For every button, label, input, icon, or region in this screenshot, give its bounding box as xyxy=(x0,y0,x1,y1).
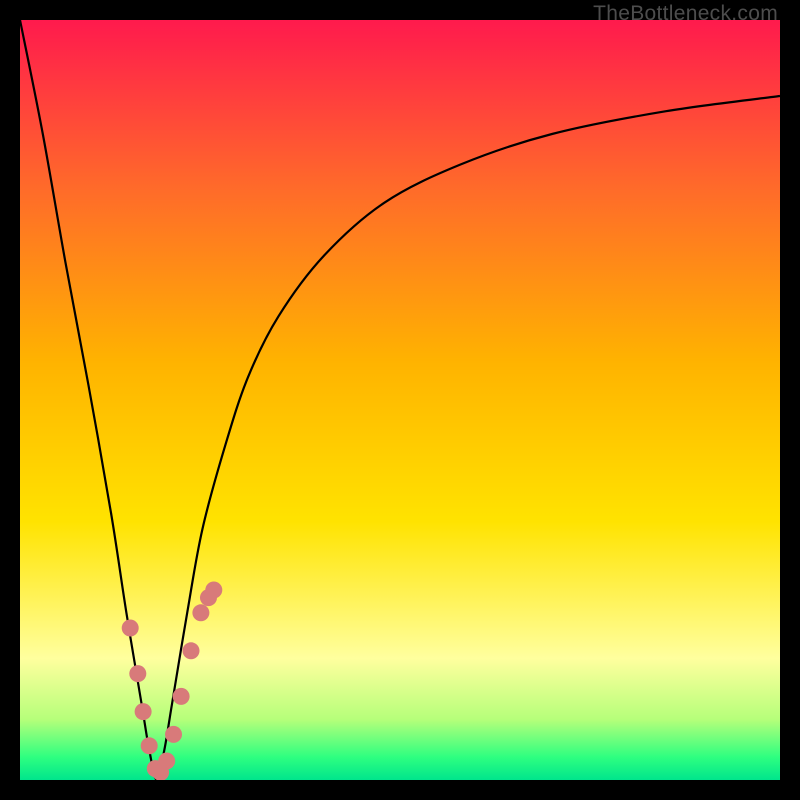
curve-layer xyxy=(20,20,780,780)
dot xyxy=(129,665,146,682)
dot xyxy=(135,703,152,720)
highlight-dots xyxy=(122,582,223,781)
attribution-text: TheBottleneck.com xyxy=(593,2,778,26)
dot xyxy=(183,642,200,659)
dot xyxy=(165,726,182,743)
dot xyxy=(122,620,139,637)
outer-frame: TheBottleneck.com xyxy=(0,0,800,800)
plot-area xyxy=(20,20,780,780)
dot xyxy=(192,604,209,621)
dot xyxy=(141,737,158,754)
dot xyxy=(173,688,190,705)
dot xyxy=(158,753,175,770)
dot xyxy=(205,582,222,599)
